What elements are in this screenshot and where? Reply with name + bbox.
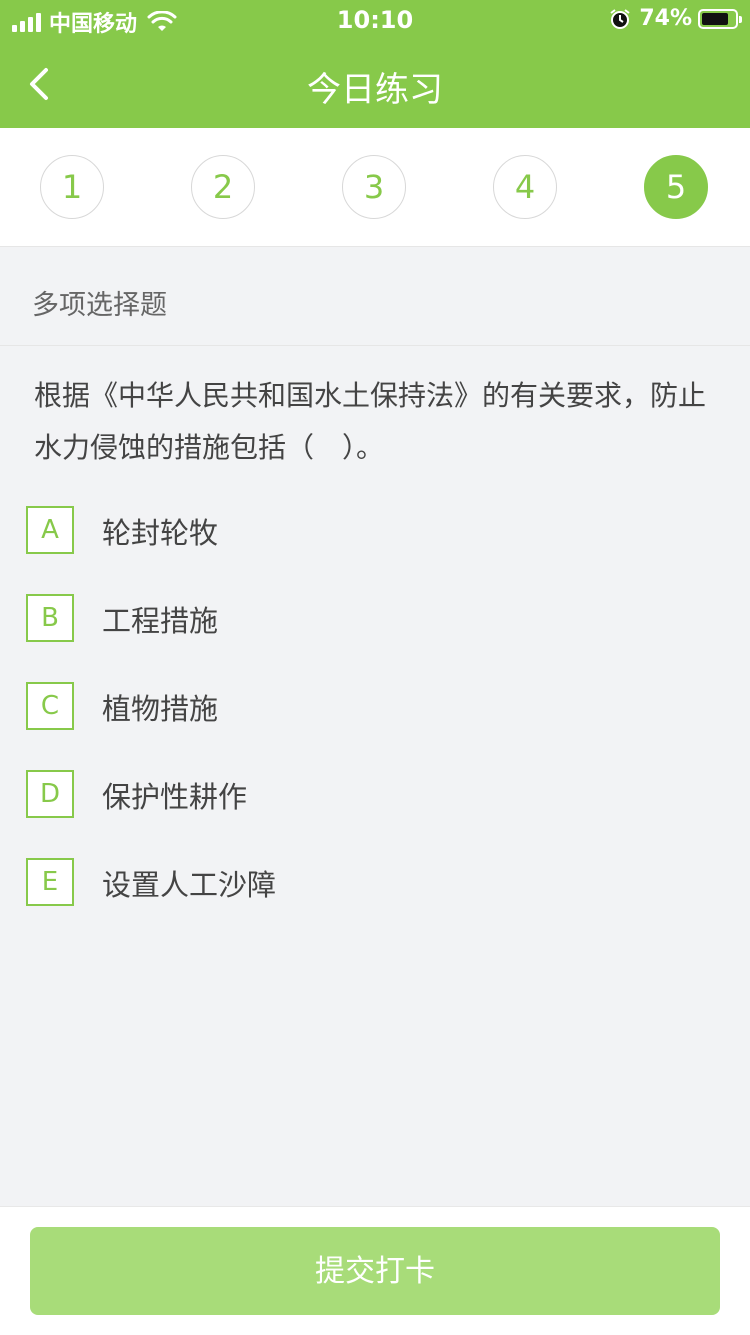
option-e-checkbox[interactable]: E [26,858,74,906]
option-a[interactable]: A 轮封轮牧 [26,506,726,556]
option-a-label: 轮封轮牧 [102,516,219,550]
nav-bar: 今日练习 [0,40,750,128]
question-type-label: 多项选择题 [32,290,167,321]
option-e-label: 设置人工沙障 [102,868,277,902]
option-b-label: 工程措施 [102,604,219,638]
option-c[interactable]: C 植物措施 [26,682,726,732]
option-e[interactable]: E 设置人工沙障 [26,858,726,908]
bottom-bar: 提交打卡 [0,1206,750,1335]
step-2-button[interactable]: 2 [191,155,255,219]
option-c-checkbox[interactable]: C [26,682,74,730]
step-1-button[interactable]: 1 [40,155,104,219]
battery-percent: 74% [639,6,692,31]
status-right: 74% [609,6,742,31]
submit-checkin-button[interactable]: 提交打卡 [30,1227,720,1315]
option-d-checkbox[interactable]: D [26,770,74,818]
option-d[interactable]: D 保护性耕作 [26,770,726,820]
alarm-icon [610,8,630,29]
option-b[interactable]: B 工程措施 [26,594,726,644]
question-text: 根据《中华人民共和国水土保持法》的有关要求，防止水力侵蚀的措施包括（ ）。 [34,379,707,464]
option-a-checkbox[interactable]: A [26,506,74,554]
option-b-checkbox[interactable]: B [26,594,74,642]
step-5-button[interactable]: 5 [644,155,708,219]
question-type-bar: 多项选择题 [0,247,750,346]
step-4-button[interactable]: 4 [493,155,557,219]
step-3-button[interactable]: 3 [342,155,406,219]
question-step-selector: 1 2 3 4 5 [0,128,750,247]
option-c-label: 植物措施 [102,692,219,726]
battery-icon [698,8,742,29]
option-d-label: 保护性耕作 [102,780,248,814]
page-title: 今日练习 [307,70,443,110]
status-bar: 中国移动 10:10 74% [0,0,750,40]
top-bar: 中国移动 10:10 74% 今日练习 [0,0,750,128]
